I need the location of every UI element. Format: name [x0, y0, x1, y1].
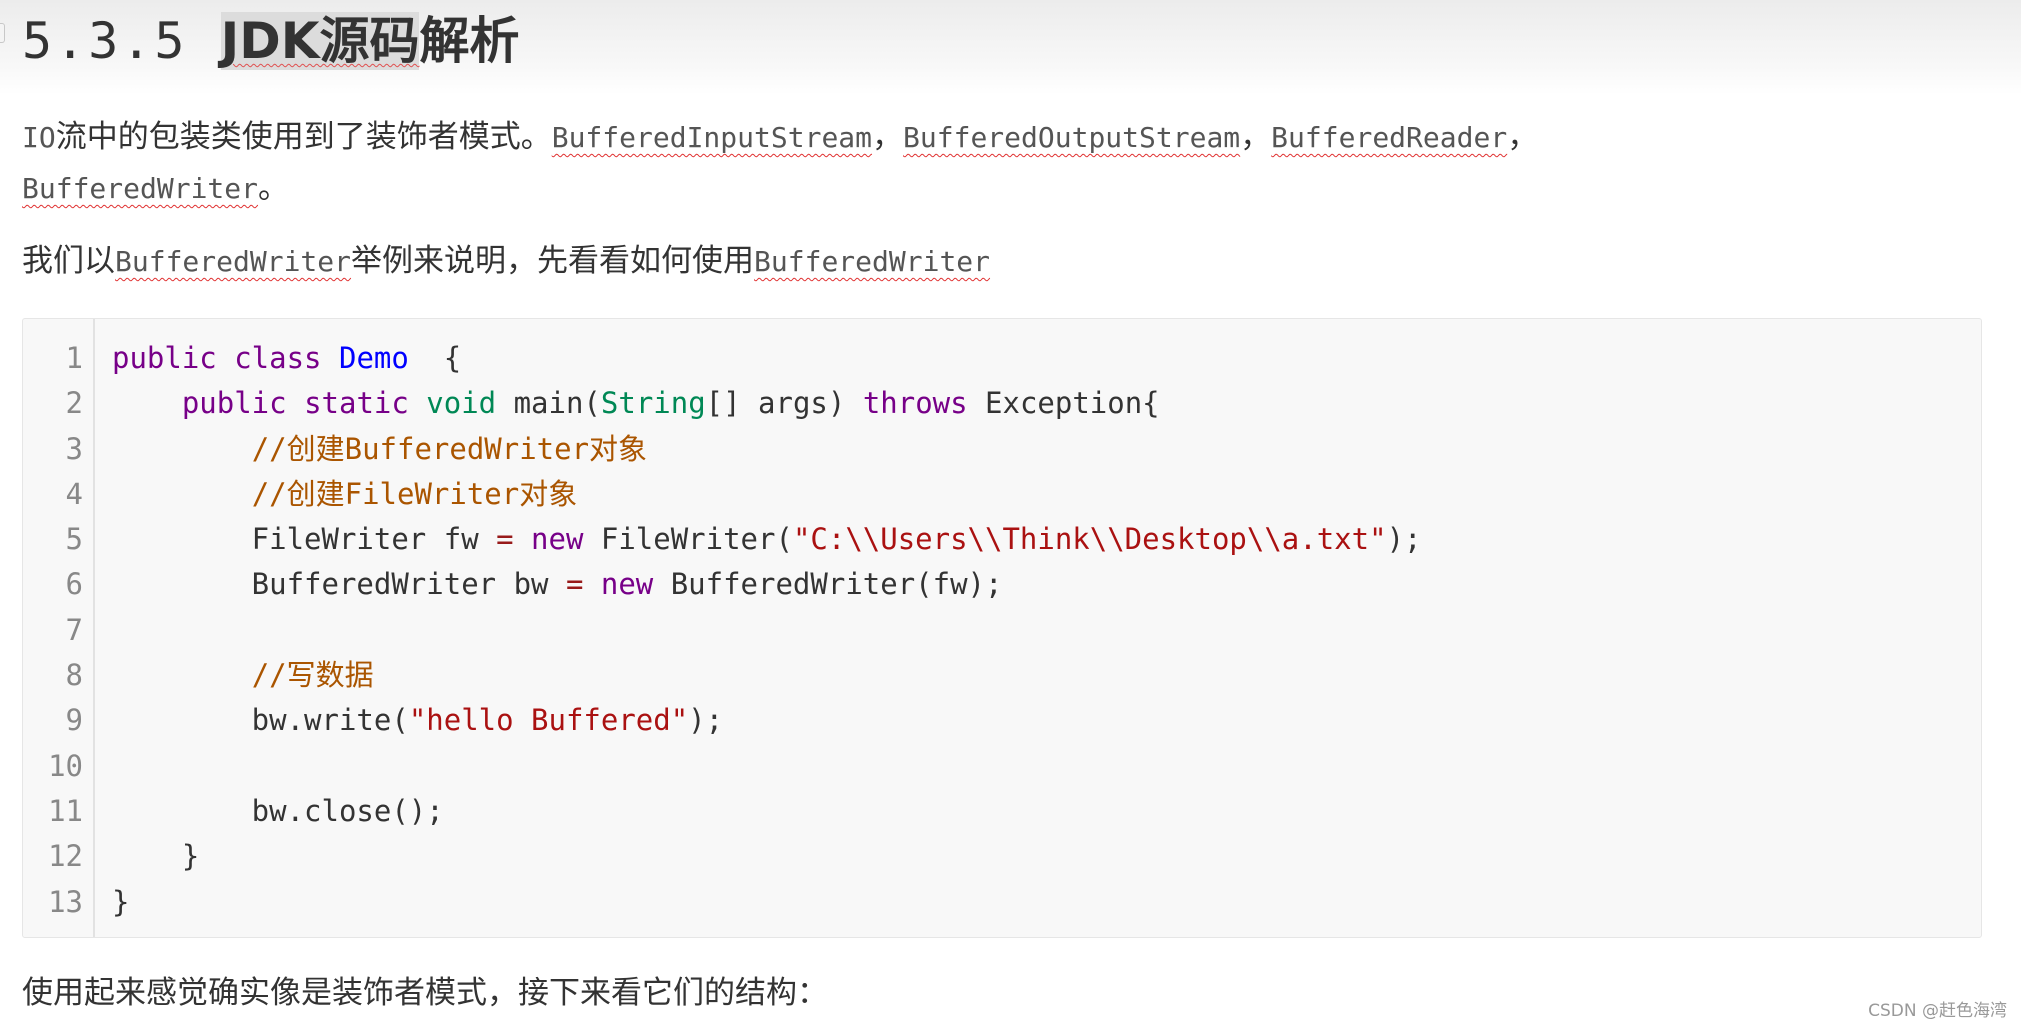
- paragraph-structure-intro: 使用起来感觉确实像是装饰者模式，接下来看它们的结构：: [22, 975, 828, 1011]
- code-token: FileWriter fw: [112, 522, 497, 557]
- code-token: Demo: [338, 341, 409, 375]
- code-token: [] args): [705, 386, 863, 421]
- line-number: 13: [48, 884, 83, 919]
- code-token: String: [600, 386, 706, 421]
- code-token: {: [408, 341, 462, 375]
- heading-text-selected: JDK源码: [220, 12, 420, 70]
- line-number: 7: [65, 612, 83, 647]
- code-token: static: [304, 386, 427, 421]
- class-buffered-input-stream: BufferedInputStream: [551, 121, 873, 154]
- code-source: FileWriter fw = new FileWriter("C:\\User…: [112, 517, 1422, 562]
- code-token: //写数据: [251, 658, 374, 693]
- code-line: 3 //创建BufferedWriter对象: [23, 427, 1981, 472]
- line-number: 3: [65, 431, 83, 466]
- code-line: 6 BufferedWriter bw = new BufferedWriter…: [23, 562, 1981, 607]
- code-token: new: [531, 522, 601, 557]
- code-line: 5 FileWriter fw = new FileWriter("C:\\Us…: [23, 517, 1981, 562]
- code-token: bw.close();: [112, 793, 444, 828]
- code-source: public class Demo {: [112, 336, 461, 381]
- class-buffered-writer-ref-2: BufferedWriter: [754, 245, 991, 278]
- code-token: bw.write(: [112, 703, 409, 738]
- code-token: //创建FileWriter对象: [251, 476, 578, 511]
- separator-1: ，: [872, 119, 904, 155]
- heading-text-rest: 解析: [419, 12, 520, 70]
- example-text-2: 举例来说明，先看看如何使用: [351, 243, 755, 279]
- code-token: FileWriter(: [600, 522, 793, 557]
- separator-2: ，: [1240, 119, 1272, 155]
- code-source: bw.close();: [112, 789, 444, 834]
- code-token: class: [234, 341, 339, 375]
- code-source: bw.write("hello Buffered");: [112, 698, 723, 743]
- code-token: public: [181, 386, 305, 421]
- code-line: 10: [23, 744, 1981, 789]
- example-text-1: 我们以: [22, 243, 115, 279]
- line-number: 12: [48, 839, 83, 874]
- intro-text: 流中的包装类使用到了装饰者模式。: [55, 119, 552, 155]
- code-token: main(: [513, 386, 601, 421]
- code-line: 4 //创建FileWriter对象: [23, 472, 1981, 517]
- line-number: 1: [65, 341, 83, 375]
- separator-3: ，: [1507, 119, 1539, 155]
- code-lines: 1 public class Demo {2 public static void…: [23, 336, 1981, 925]
- line-number: 10: [48, 748, 83, 783]
- code-token: );: [1386, 522, 1422, 557]
- code-token: BufferedWriter bw: [112, 567, 566, 602]
- section-number: 5.3.5: [22, 12, 221, 70]
- code-token: BufferedWriter(fw);: [670, 567, 1003, 602]
- code-token: public: [112, 341, 235, 375]
- selected-heading-text[interactable]: JDK源码: [220, 12, 420, 70]
- class-buffered-reader: BufferedReader: [1271, 121, 1508, 154]
- code-line: 12 }: [23, 834, 1981, 879]
- code-line: 7: [23, 608, 1981, 653]
- code-line: 2 public static void main(String[] args)…: [23, 381, 1981, 426]
- code-token: "hello Buffered": [408, 703, 689, 738]
- code-line: 9 bw.write("hello Buffered");: [23, 698, 1981, 743]
- line-number: 2: [65, 386, 83, 421]
- code-token: "C:\\Users\\Think\\Desktop\\a.txt": [792, 522, 1387, 557]
- code-token: Exception{: [985, 386, 1160, 421]
- line-number: 4: [65, 476, 83, 511]
- code-token: =: [496, 522, 532, 557]
- code-token: =: [565, 567, 601, 602]
- class-buffered-output-stream: BufferedOutputStream: [903, 121, 1241, 154]
- code-line: 8 //写数据: [23, 653, 1981, 698]
- class-buffered-writer: BufferedWriter: [22, 172, 259, 205]
- code-source: //创建BufferedWriter对象: [112, 427, 647, 472]
- class-buffered-writer-ref-1: BufferedWriter: [115, 245, 352, 278]
- code-source: BufferedWriter bw = new BufferedWriter(f…: [112, 562, 1003, 607]
- code-token: void: [426, 386, 514, 421]
- code-line: 11 bw.close();: [23, 789, 1981, 834]
- code-token: new: [600, 567, 671, 602]
- code-token: }: [112, 839, 200, 874]
- line-number: 5: [65, 522, 83, 557]
- paragraph-end: 。: [258, 170, 290, 206]
- code-source: }: [112, 834, 199, 879]
- line-number: 11: [48, 793, 83, 828]
- line-number: 9: [65, 703, 83, 738]
- code-line: 1 public class Demo {: [23, 336, 1981, 381]
- code-token: //创建BufferedWriter对象: [251, 431, 648, 466]
- code-source: //写数据: [112, 653, 374, 698]
- code-source: public static void main(String[] args) t…: [112, 381, 1160, 426]
- line-number: 8: [65, 658, 83, 693]
- code-token: );: [688, 703, 724, 738]
- csdn-watermark: CSDN @赶色海湾: [1868, 1001, 2007, 1021]
- collapse-handle[interactable]: [0, 23, 5, 43]
- code-line: 13}: [23, 880, 1981, 925]
- code-source: //创建FileWriter对象: [112, 472, 578, 517]
- paragraph-example-intro: 我们以BufferedWriter举例来说明，先看看如何使用BufferedWr…: [22, 236, 990, 287]
- code-block[interactable]: 1 public class Demo {2 public static void…: [22, 318, 1982, 938]
- code-token: throws: [862, 386, 986, 421]
- section-heading: 5.3.5 JDK源码解析: [22, 8, 519, 74]
- code-token: }: [112, 884, 130, 919]
- code-source: }: [112, 880, 129, 925]
- io-prefix: IO: [22, 121, 56, 154]
- line-number: 6: [65, 567, 83, 602]
- paragraph-decorator-intro: IO流中的包装类使用到了装饰者模式。BufferedInputStream，Bu…: [22, 112, 1722, 214]
